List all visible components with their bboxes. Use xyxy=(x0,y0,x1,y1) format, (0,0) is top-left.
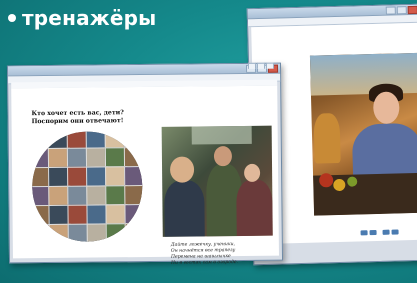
bullet-item: тренажёры xyxy=(8,6,156,30)
poem-text: Дайте ложечку, ученики, Он начнётся все … xyxy=(171,242,238,267)
photo-sphere-image xyxy=(31,131,143,243)
slide-navigation xyxy=(360,229,399,236)
first-page-icon[interactable] xyxy=(360,230,368,236)
page-heading: Кто хочет есть вас, дети? Поспорим они о… xyxy=(31,109,141,125)
front-window[interactable]: Кто хочет есть вас, дети? Поспорим они о… xyxy=(6,62,284,266)
tab-3[interactable] xyxy=(265,62,275,69)
maximize-button[interactable] xyxy=(396,6,407,15)
bullet-text: тренажёры xyxy=(22,6,157,30)
portrait-face xyxy=(372,91,400,125)
next-page-icon[interactable] xyxy=(382,229,390,235)
heading-line-2: Поспорим они отвечают! xyxy=(31,116,124,125)
sphere-photo-tile xyxy=(124,222,143,243)
tab-1[interactable] xyxy=(247,62,257,69)
poem-line: Ни в гостях сам в огороде. xyxy=(171,260,239,266)
close-button[interactable] xyxy=(407,5,417,15)
minimize-button[interactable] xyxy=(385,6,396,15)
painting-image xyxy=(309,52,417,216)
bullet-dot-icon xyxy=(8,14,16,22)
prev-page-icon[interactable] xyxy=(369,229,377,236)
last-page-icon[interactable] xyxy=(391,229,399,235)
classroom-photo xyxy=(161,125,273,237)
front-window-content: Кто хочет есть вас, дети? Поспорим они о… xyxy=(11,85,279,266)
tab-2[interactable] xyxy=(256,62,266,69)
samovar-shape xyxy=(313,112,341,164)
